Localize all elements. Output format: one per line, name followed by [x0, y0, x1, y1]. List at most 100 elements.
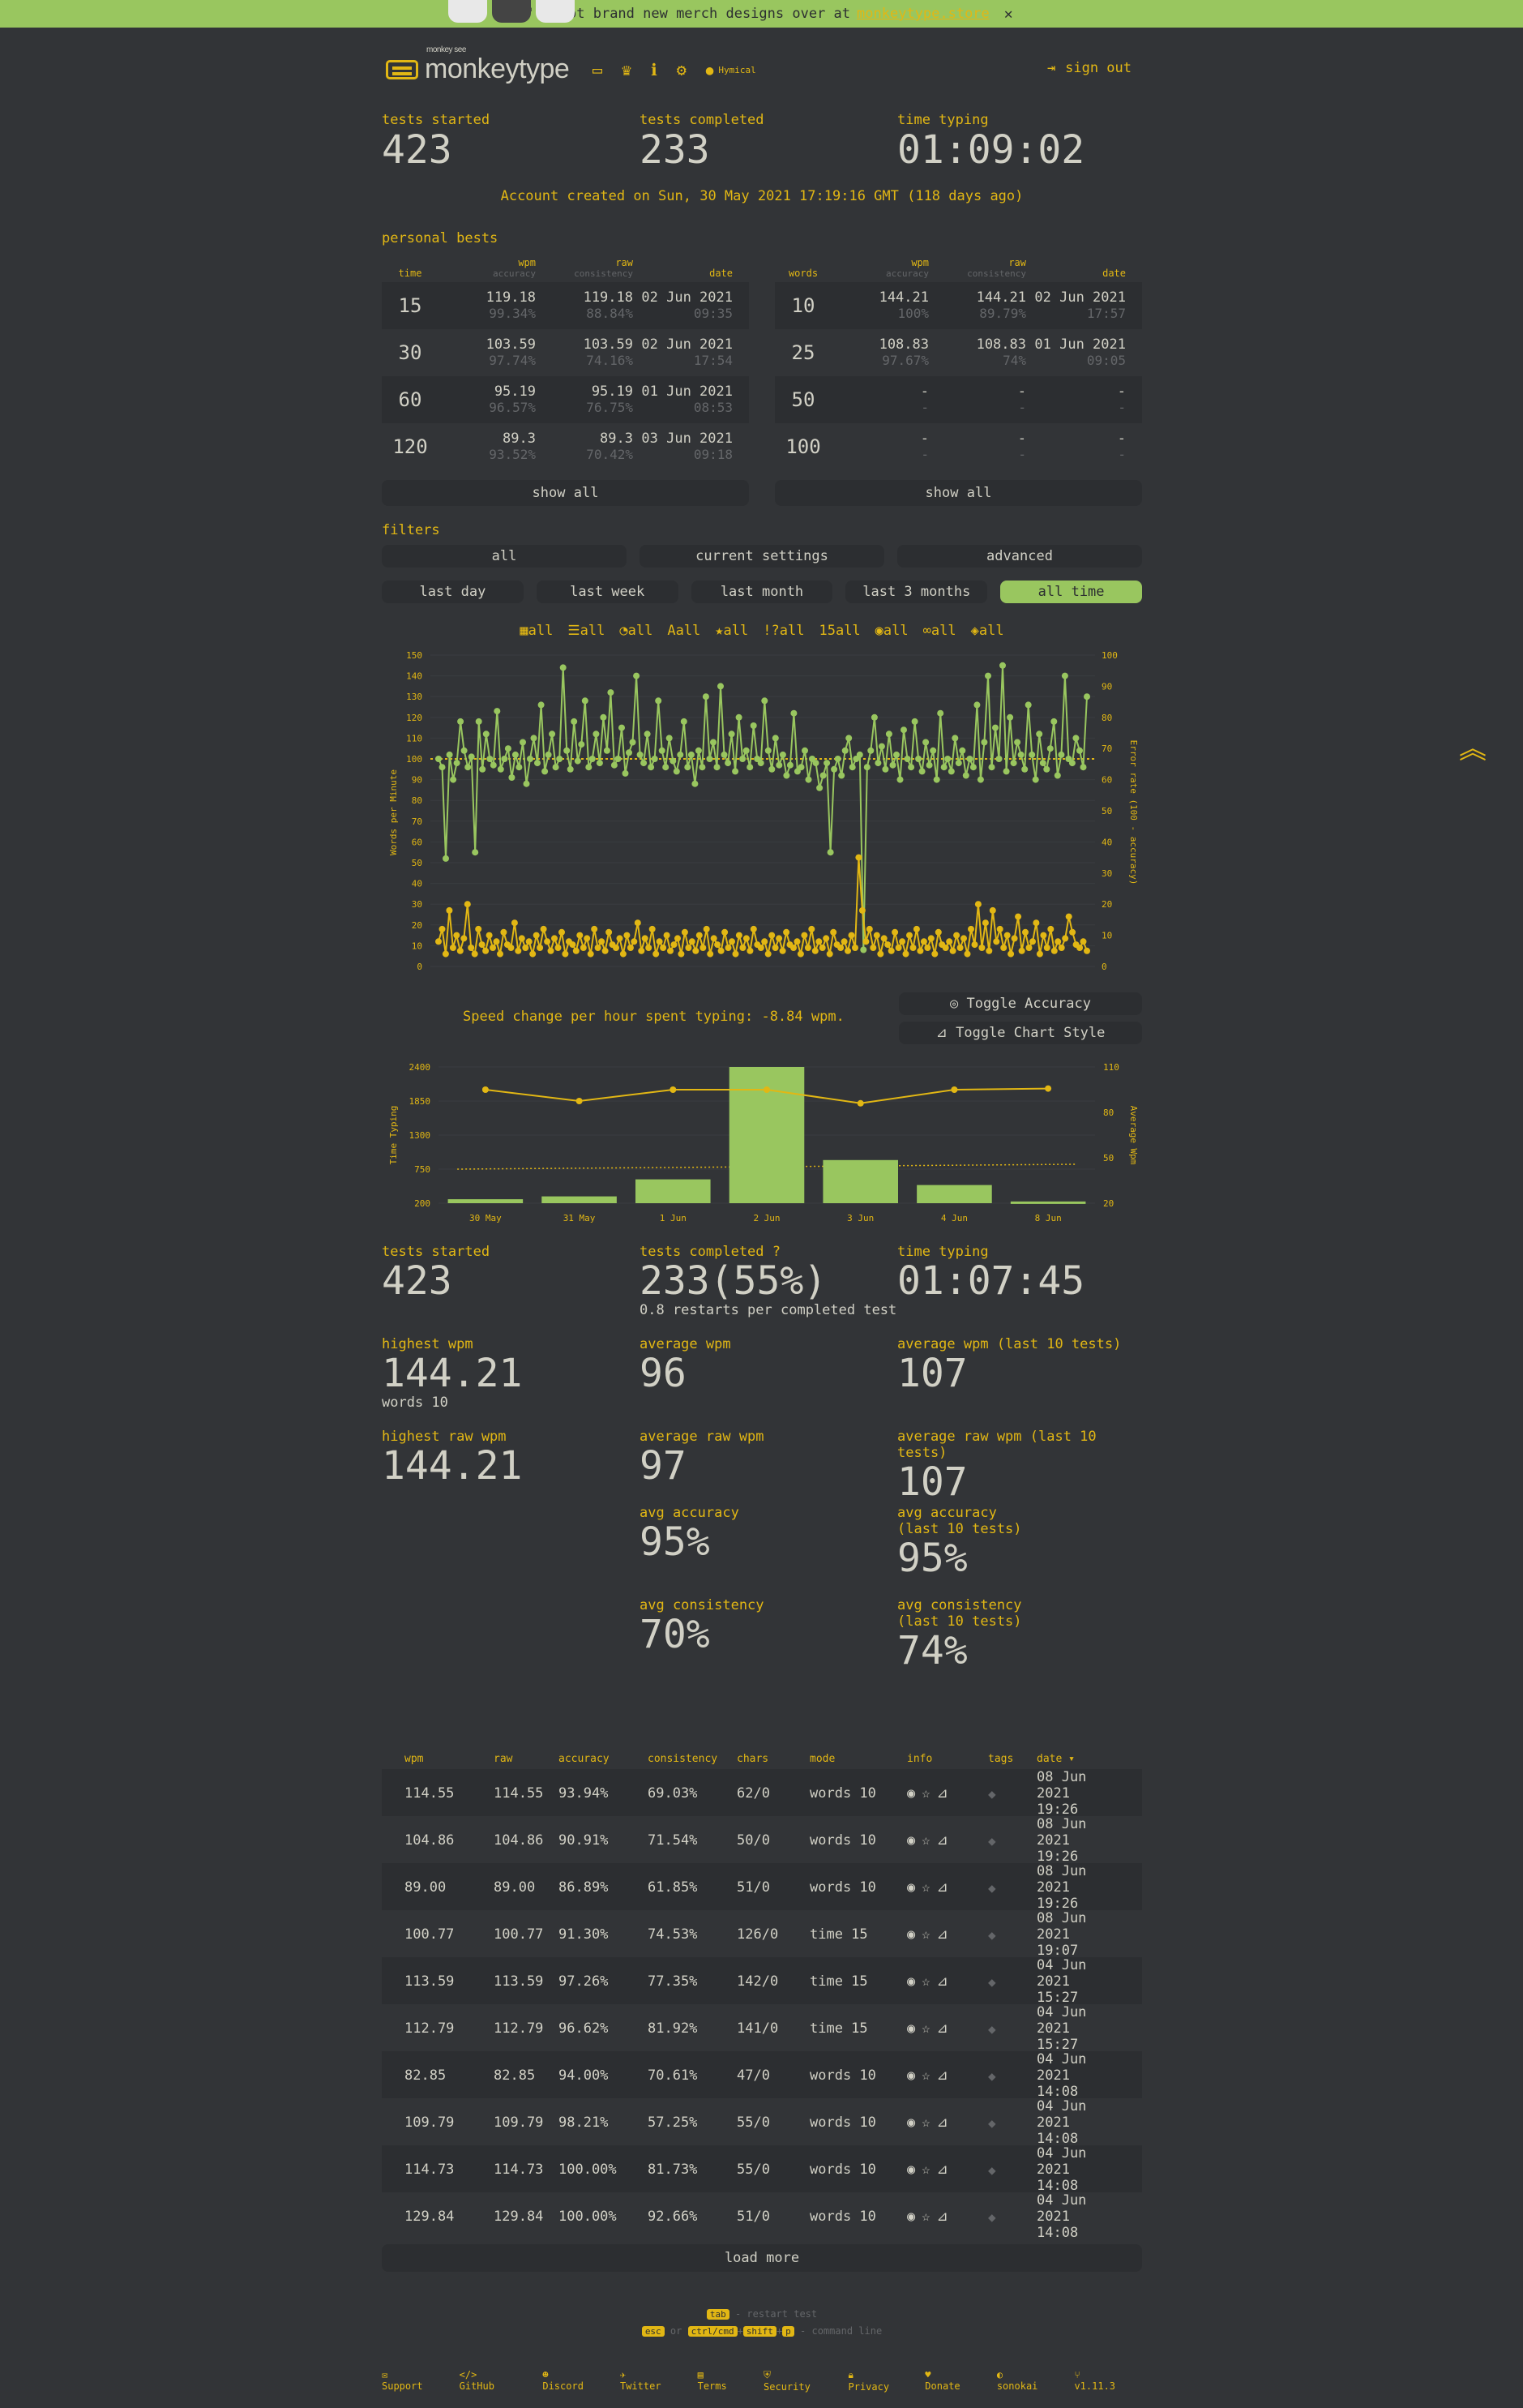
theme-button[interactable]: ◐ sonokai	[997, 2369, 1062, 2393]
filter-chip[interactable]: ☰all	[567, 623, 605, 639]
footer-link-github[interactable]: </> GitHub	[460, 2369, 530, 2393]
chart-icon[interactable]: ⊿	[937, 1785, 948, 1802]
globe-icon[interactable]: ◉	[907, 1973, 915, 1990]
results-header-cell[interactable]: date ▾	[1037, 1753, 1126, 1765]
show-all-time-button[interactable]: show all	[382, 480, 749, 506]
globe-icon[interactable]: ◉	[907, 1785, 915, 1802]
filter-chip[interactable]: ◔all	[619, 623, 652, 639]
range-last-week-button[interactable]: last week	[536, 581, 678, 603]
pb-accuracy: 96.57%	[489, 400, 536, 415]
filter-chip[interactable]: ∞all	[923, 623, 956, 639]
star-icon[interactable]: ☆	[922, 1832, 930, 1849]
cell-mode: words 10	[810, 2162, 876, 2178]
filter-chip[interactable]: ★all	[715, 623, 748, 639]
crown-icon[interactable]: ♛	[622, 60, 631, 79]
date-time: 14:08	[1037, 2225, 1079, 2241]
tag-icon[interactable]: ◆	[988, 1927, 1037, 1943]
chart-icon[interactable]: ⊿	[937, 2020, 948, 2037]
chart-icon[interactable]: ⊿	[937, 2114, 948, 2131]
globe-icon[interactable]: ◉	[907, 2209, 915, 2225]
chart-icon[interactable]: ⊿	[937, 1879, 948, 1896]
cell-wpm: 89.00	[404, 1879, 447, 1896]
chart-icon[interactable]: ⊿	[937, 2209, 948, 2225]
footer-link-donate[interactable]: ♥ Donate	[925, 2369, 984, 2393]
load-more-button[interactable]: load more	[382, 2244, 1142, 2272]
star-icon[interactable]: ☆	[922, 2162, 930, 2178]
footer-link-discord[interactable]: ☻ Discord	[542, 2369, 607, 2393]
help-icon[interactable]: ?	[772, 1244, 781, 1260]
chart-icon[interactable]: ⊿	[937, 2067, 948, 2084]
star-icon[interactable]: ☆	[922, 2209, 930, 2225]
globe-icon[interactable]: ◉	[907, 1832, 915, 1849]
version-button[interactable]: ⑂ v1.11.3	[1074, 2369, 1139, 2393]
globe-icon[interactable]: ◉	[907, 2162, 915, 2178]
star-icon[interactable]: ☆	[922, 1785, 930, 1802]
tag-icon[interactable]: ◆	[988, 1833, 1037, 1849]
toggle-accuracy-button[interactable]: ◎ Toggle Accuracy	[899, 992, 1142, 1015]
filter-chip[interactable]: ◉all	[875, 623, 909, 639]
keyboard-icon[interactable]: ▭	[593, 60, 602, 79]
range-last-day-button[interactable]: last day	[382, 581, 524, 603]
star-icon[interactable]: ☆	[922, 1879, 930, 1896]
chart-icon[interactable]: ⊿	[937, 1926, 948, 1943]
filter-chip[interactable]: ▦all	[520, 623, 553, 639]
range-all-time-button[interactable]: all time	[1000, 581, 1142, 603]
data-point	[952, 735, 959, 742]
filter-chip[interactable]: 15all	[819, 623, 860, 639]
data-point	[504, 745, 511, 752]
globe-icon[interactable]: ◉	[907, 2067, 915, 2084]
star-icon[interactable]: ☆	[922, 2067, 930, 2084]
cell-chars: 50/0	[737, 1832, 770, 1849]
banner-close-button[interactable]: ✕	[1004, 6, 1013, 23]
footer-link-security[interactable]: ⛨ Security	[764, 2369, 835, 2393]
filter-chip[interactable]: Aall	[667, 623, 700, 639]
filter-chip[interactable]: ◈all	[971, 623, 1004, 639]
globe-icon[interactable]: ◉	[907, 1879, 915, 1896]
filter-chip[interactable]: !?all	[763, 623, 804, 639]
scroll-to-top-icon[interactable]: ︽	[1459, 726, 1487, 766]
data-point	[1029, 751, 1036, 758]
tag-icon[interactable]: ◆	[988, 2068, 1037, 2084]
footer-link-twitter[interactable]: ✈ Twitter	[620, 2369, 685, 2393]
star-icon[interactable]: ☆	[922, 2114, 930, 2131]
data-point	[816, 784, 824, 791]
tag-icon[interactable]: ◆	[988, 1974, 1037, 1990]
filter-advanced-button[interactable]: advanced	[897, 545, 1142, 568]
star-icon[interactable]: ☆	[922, 1973, 930, 1990]
footer-link-terms[interactable]: ▤ Terms	[698, 2369, 751, 2393]
chart-icon[interactable]: ⊿	[937, 2162, 948, 2178]
info-icon[interactable]: ℹ	[651, 60, 657, 79]
tag-icon[interactable]: ◆	[988, 2209, 1037, 2225]
chart-icon[interactable]: ⊿	[937, 1973, 948, 1990]
x-tick-label: 1 Jun	[660, 1213, 687, 1223]
signout-button[interactable]: ⇥ sign out	[1047, 60, 1132, 76]
tag-icon[interactable]: ◆	[988, 2021, 1037, 2037]
star-icon[interactable]: ☆	[922, 1926, 930, 1943]
cell-chars: 51/0	[737, 2209, 770, 2225]
globe-icon[interactable]: ◉	[907, 1926, 915, 1943]
star-icon[interactable]: ☆	[922, 2020, 930, 2037]
show-all-words-button[interactable]: show all	[775, 480, 1142, 506]
keyboard-hints: tab - restart test esc or ctrl/cmd + shift…	[382, 2306, 1142, 2340]
tag-icon[interactable]: ◆	[988, 2162, 1037, 2178]
data-point	[838, 772, 845, 779]
data-point	[732, 768, 739, 775]
filter-all-button[interactable]: all	[382, 545, 627, 568]
chart-icon[interactable]: ⊿	[937, 1832, 948, 1849]
banner-store-link[interactable]: monkeytype.store	[857, 6, 990, 22]
globe-icon[interactable]: ◉	[907, 2020, 915, 2037]
logo[interactable]: monkey see monkeytype	[386, 45, 570, 85]
toggle-chart-style-button[interactable]: ⊿ Toggle Chart Style	[899, 1022, 1142, 1044]
account-button[interactable]: ● Hymical	[706, 62, 756, 78]
gear-icon[interactable]: ⚙	[677, 60, 687, 79]
globe-icon[interactable]: ◉	[907, 2114, 915, 2131]
range-last-3-months-button[interactable]: last 3 months	[845, 581, 988, 603]
filter-current-settings-button[interactable]: current settings	[640, 545, 884, 568]
tag-icon[interactable]: ◆	[988, 1880, 1037, 1896]
footer-link-privacy[interactable]: 🔒︎ Privacy	[849, 2369, 913, 2393]
data-point	[667, 947, 674, 954]
range-last-month-button[interactable]: last month	[691, 581, 833, 603]
footer-link-support[interactable]: ✉ Support	[382, 2369, 447, 2393]
tag-icon[interactable]: ◆	[988, 2115, 1037, 2131]
tag-icon[interactable]: ◆	[988, 1786, 1037, 1802]
